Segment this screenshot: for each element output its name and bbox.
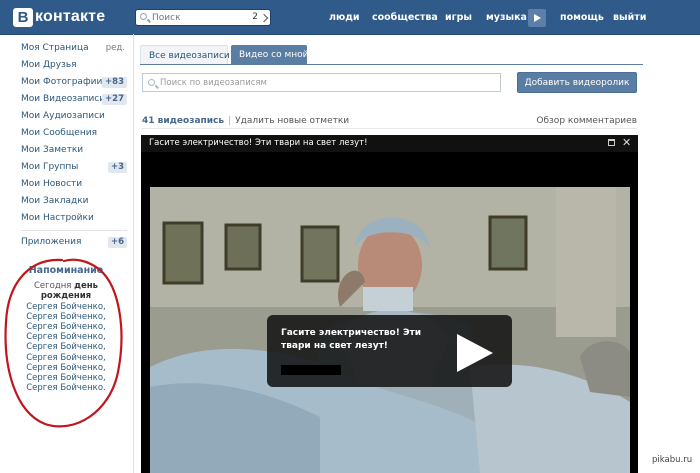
count-badge: +3	[107, 162, 127, 173]
nav-people[interactable]: люди	[329, 12, 360, 23]
chevron-down-icon[interactable]	[259, 13, 269, 23]
edit-link[interactable]: ред.	[106, 40, 125, 57]
search-icon	[148, 79, 155, 86]
music-play-button[interactable]	[528, 9, 546, 27]
sidebar-apps: Приложения +6	[21, 234, 129, 251]
sidebar-item-label: Мои Друзья	[21, 60, 77, 70]
redaction-bar	[281, 365, 341, 375]
separator: |	[228, 116, 232, 126]
sidebar-item-label: Приложения	[21, 237, 82, 247]
reminder-block: Напоминание Сегодня день рождения Сергея…	[24, 265, 108, 394]
reminder-today: Сегодня	[34, 281, 72, 292]
sidebar-item-my-page[interactable]: Моя Страница ред.	[21, 40, 129, 57]
video-search-input[interactable]	[160, 76, 480, 89]
divider	[140, 64, 643, 65]
count-badge: +27	[102, 94, 127, 105]
reminder-names[interactable]: Сергея Бойченко, Сергея Бойченко, Сергея…	[26, 302, 105, 394]
reminder-title: Напоминание	[28, 265, 104, 276]
search-icon	[140, 13, 147, 20]
sidebar-item-photos[interactable]: Мои Фотографии +83	[21, 74, 129, 91]
overlay-title: Гасите электричество! Эти твари на свет …	[281, 328, 422, 351]
vk-logo[interactable]: B контакте	[13, 7, 105, 27]
watermark: pikabu.ru	[651, 455, 694, 465]
nav-help[interactable]: помощь	[560, 12, 604, 23]
sidebar-item-label: Мои Сообщения	[21, 128, 97, 138]
sidebar-item-news[interactable]: Мои Новости	[21, 176, 129, 193]
tab-all-videos[interactable]: Все видеозаписи	[140, 45, 230, 65]
video-search[interactable]	[142, 73, 501, 92]
sidebar-item-groups[interactable]: Мои Группы +3	[21, 159, 129, 176]
sidebar-item-bookmarks[interactable]: Мои Закладки	[21, 193, 129, 210]
video-count-row: 41 видеозапись | Удалить новые отметки Обз…	[142, 116, 637, 126]
sidebar-item-label: Мои Заметки	[21, 145, 84, 155]
logo-text: контакте	[35, 8, 106, 25]
sidebar-item-videos[interactable]: Мои Видеозаписи +27	[21, 91, 129, 108]
video-player[interactable]: Гасите электричество! Эти твари на свет …	[141, 135, 638, 473]
close-icon[interactable]: ✕	[622, 137, 631, 148]
add-video-button[interactable]: Добавить видеоролик	[517, 72, 637, 93]
player-title: Гасите электричество! Эти твари на свет …	[149, 138, 368, 148]
sidebar-item-label: Мои Новости	[21, 179, 83, 189]
tab-videos-with-me[interactable]: Видео со мной	[231, 45, 309, 65]
logo-letter: B	[13, 7, 33, 27]
sidebar-item-messages[interactable]: Мои Сообщения	[21, 125, 129, 142]
divider	[133, 34, 134, 473]
nav-logout[interactable]: выйти	[613, 12, 646, 23]
play-icon[interactable]	[457, 334, 493, 372]
comments-review-link[interactable]: Обзор комментариев	[536, 116, 637, 126]
sidebar-item-label: Мои Закладки	[21, 196, 89, 206]
sidebar-item-label: Мои Настройки	[21, 213, 94, 223]
player-title-bar: Гасите электричество! Эти твари на свет …	[141, 135, 638, 152]
sidebar-item-audio[interactable]: Мои Аудиозаписи	[21, 108, 129, 125]
nav-communities[interactable]: сообщества	[372, 12, 438, 23]
sidebar-item-settings[interactable]: Мои Настройки	[21, 210, 129, 227]
header-search-input[interactable]	[152, 11, 242, 24]
sidebar-item-label: Мои Группы	[21, 162, 79, 172]
top-header: B контакте 2 люди сообщества игры музыка…	[0, 0, 700, 35]
sidebar-item-friends[interactable]: Мои Друзья	[21, 57, 129, 74]
sidebar-item-apps[interactable]: Приложения +6	[21, 234, 129, 251]
sidebar-item-label: Мои Фотографии	[21, 77, 103, 87]
count-badge: +6	[107, 237, 127, 248]
delete-new-tags-link[interactable]: Удалить новые отметки	[235, 116, 349, 126]
divider	[142, 128, 637, 129]
play-icon	[534, 14, 541, 22]
nav-games[interactable]: игры	[445, 12, 472, 23]
maximize-icon[interactable]	[608, 139, 615, 146]
header-search[interactable]: 2	[135, 9, 271, 26]
video-count: 41 видеозапись	[142, 116, 225, 126]
sidebar-item-label: Мои Аудиозаписи	[21, 111, 105, 121]
divider	[21, 230, 127, 231]
sidebar-item-label: Моя Страница	[21, 43, 89, 53]
count-badge: +83	[102, 77, 127, 88]
sidebar: Моя Страница ред. Мои Друзья Мои Фотогра…	[21, 40, 129, 227]
sidebar-item-notes[interactable]: Мои Заметки	[21, 142, 129, 159]
video-overlay[interactable]: Гасите электричество! Эти твари на свет …	[267, 315, 512, 387]
nav-music[interactable]: музыка	[486, 12, 527, 23]
sidebar-item-label: Мои Видеозаписи	[21, 94, 106, 104]
search-count: 2	[252, 12, 258, 22]
